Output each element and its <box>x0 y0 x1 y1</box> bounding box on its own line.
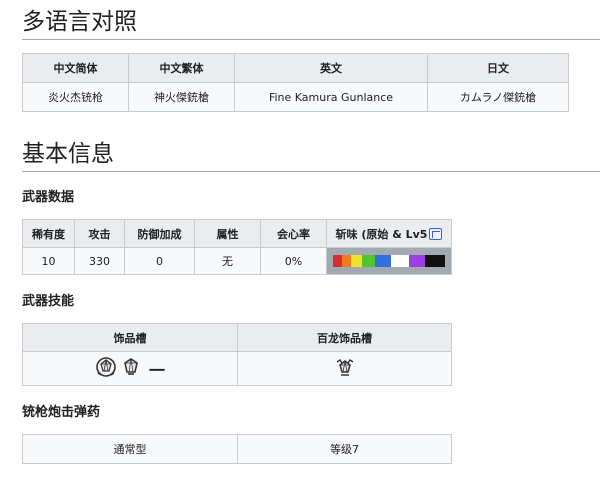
data-header-element: 属性 <box>194 219 261 248</box>
page: 多语言对照 中文简体 中文繁体 英文 日文 炎火杰铳枪 神火傑銃槍 Fine K… <box>0 8 600 490</box>
lang-header-traditional: 中文繁体 <box>128 53 235 83</box>
sharpness-cell <box>326 247 452 275</box>
edit-icon[interactable] <box>429 227 443 240</box>
lang-header-simplified: 中文简体 <box>22 53 129 83</box>
lang-value-japanese: カムラノ傑銃槍 <box>427 82 569 112</box>
sharpness-bar <box>333 255 445 267</box>
jewel-slot-icon <box>120 356 142 381</box>
lang-header-english: 英文 <box>234 53 428 83</box>
data-value-rarity: 10 <box>22 247 75 275</box>
data-value-affinity: 0% <box>260 247 327 275</box>
subsection-title-weapon-skills: 武器技能 <box>22 294 75 309</box>
data-header-rarity: 稀有度 <box>22 219 75 248</box>
sharpness-segment <box>342 255 351 267</box>
data-value-element: 无 <box>194 247 261 275</box>
lang-header-japanese: 日文 <box>427 53 569 83</box>
language-table: 中文简体 中文繁体 英文 日文 炎火杰铳枪 神火傑銃槍 Fine Kamura … <box>22 53 569 112</box>
ammo-type: 通常型 <box>22 434 238 464</box>
data-value-defense: 0 <box>124 247 195 275</box>
jewel-slot-icon <box>95 356 117 381</box>
ammo-table: 通常型 等级7 <box>22 434 452 464</box>
lang-value-simplified: 炎火杰铳枪 <box>22 82 129 112</box>
lang-value-english: Fine Kamura Gunlance <box>234 82 428 112</box>
subsection-title-ammo: 铳枪炮击弹药 <box>22 405 101 420</box>
rampage-slot-icon <box>334 356 356 381</box>
sharpness-header-label: 斩味 (原始 & Lv5 <box>335 227 428 241</box>
sharpness-segment <box>391 255 409 267</box>
section-title-multilang: 多语言对照 <box>22 8 600 40</box>
weapon-skills-table: 饰品槽 百龙饰品槽 一 <box>22 323 452 386</box>
lang-value-traditional: 神火傑銃槍 <box>128 82 235 112</box>
data-value-attack: 330 <box>74 247 125 275</box>
sharpness-segment <box>362 255 375 267</box>
section-title-basic: 基本信息 <box>22 140 600 172</box>
data-header-attack: 攻击 <box>74 219 125 248</box>
skills-header-deco-slots: 饰品槽 <box>22 323 238 352</box>
sharpness-segment <box>351 255 362 267</box>
skills-header-rampage-slots: 百龙饰品槽 <box>237 323 452 352</box>
sharpness-segment <box>333 255 342 267</box>
weapon-data-table: 稀有度 攻击 防御加成 属性 会心率 斩味 (原始 & Lv5 10 330 0… <box>22 219 452 275</box>
data-header-sharpness: 斩味 (原始 & Lv5 <box>326 219 452 248</box>
rampage-slots-cell <box>237 351 452 386</box>
ammo-level: 等级7 <box>237 434 452 464</box>
sharpness-segment <box>375 255 391 267</box>
data-header-defense: 防御加成 <box>124 219 195 248</box>
deco-slots-cell: 一 <box>22 351 238 386</box>
sharpness-segment <box>409 255 425 267</box>
empty-slot-dash: 一 <box>148 360 165 380</box>
data-header-affinity: 会心率 <box>260 219 327 248</box>
subsection-title-weapon-data: 武器数据 <box>22 190 75 205</box>
sharpness-segment <box>425 255 445 267</box>
